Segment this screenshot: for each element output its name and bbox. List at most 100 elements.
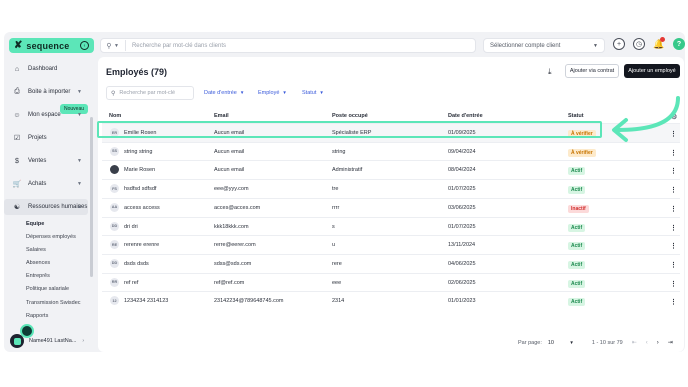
last-page-icon[interactable]: ⇥ xyxy=(668,339,673,346)
first-page-icon[interactable]: ⇤ xyxy=(632,339,637,346)
subitem-absences[interactable]: Absences xyxy=(26,260,50,266)
bell-icon[interactable]: 🔔 xyxy=(653,37,665,50)
help-icon[interactable]: ? xyxy=(673,38,685,50)
sidebar-item-achats[interactable]: 🛒 Achats ▼ xyxy=(4,176,88,192)
search-icon: ⚲ xyxy=(111,90,116,97)
cell-name[interactable]: string string xyxy=(124,149,152,155)
more-options-icon[interactable]: ⋮ xyxy=(670,167,677,175)
search-input[interactable]: Recherche par mot-clé dans clients xyxy=(132,43,226,49)
add-via-contract-button[interactable]: Ajouter via contrat xyxy=(565,64,619,78)
status-badge: Actif xyxy=(568,298,586,307)
app-window: ✘ sequence ‹ ⚲ ▼ Recherche par mot-clé d… xyxy=(4,32,685,352)
table-search[interactable]: ⚲ Recherche par mot-clé xyxy=(106,86,194,100)
brand-logo[interactable]: ✘ sequence ‹ xyxy=(9,38,94,53)
chevron-down-icon: ▼ xyxy=(282,90,287,95)
filter-label: Employé xyxy=(258,90,280,96)
more-options-icon[interactable]: ⋮ xyxy=(670,298,677,306)
table-row[interactable]: Marie Rosen Aucun email Administratif 08/04… xyxy=(102,160,680,179)
download-icon[interactable]: ⤓ xyxy=(548,67,552,77)
more-options-icon[interactable]: ⋮ xyxy=(670,186,677,194)
cell-name[interactable]: access access xyxy=(124,205,160,211)
column-header-date[interactable]: Date d'entrée xyxy=(448,113,483,119)
user-menu[interactable]: Name491 LastNa... › xyxy=(10,334,84,348)
cell-poste: 2314 xyxy=(332,298,345,305)
check-icon: ☑ xyxy=(13,135,21,142)
clock-icon[interactable]: ◷ xyxy=(633,38,645,50)
cell-email: kkk18kkk.com xyxy=(214,223,249,230)
table-search-input[interactable]: Recherche par mot-clé xyxy=(119,90,175,96)
table-row[interactable]: SS string string Aucun email string 09/04/20… xyxy=(102,141,680,161)
subitem-entreprises[interactable]: Entreprês xyxy=(26,273,50,279)
subitem-salaires[interactable]: Salaires xyxy=(26,247,46,253)
status-badge: Actif xyxy=(568,223,586,232)
column-header-nom[interactable]: Nom xyxy=(109,113,121,119)
table-row[interactable]: 12 1234234 2314123 23142234@789648745.com 2… xyxy=(102,291,680,310)
status-badge: Actif xyxy=(568,279,586,288)
main-panel: Employés (79) ⤓ Ajouter via contrat Ajou… xyxy=(98,57,684,352)
cell-date: 04/06/2025 xyxy=(448,260,476,267)
add-icon[interactable]: + xyxy=(613,38,625,50)
global-search[interactable]: ⚲ ▼ Recherche par mot-clé dans clients xyxy=(100,38,476,53)
cell-name[interactable]: dsds dsds xyxy=(124,261,149,267)
cell-name[interactable]: ref ref xyxy=(124,280,138,286)
status-badge: Inactif xyxy=(568,204,589,213)
subitem-rapports[interactable]: Rapports xyxy=(26,313,48,319)
cell-name[interactable]: dri dri xyxy=(124,224,138,230)
cell-name[interactable]: Marie Rosen xyxy=(124,167,155,173)
chevron-down-icon: ▼ xyxy=(593,42,598,49)
sidebar-item-ressources-humaines[interactable]: ☯ Ressources humaines ▲ xyxy=(4,199,88,215)
avatar: RE xyxy=(110,240,119,250)
status-badge: Actif xyxy=(568,260,586,269)
cart-icon: 🛒 xyxy=(12,181,22,188)
chevron-down-icon: ▼ xyxy=(319,90,324,95)
table-row[interactable]: RR ref ref ref@ref.com eee 02/06/2025 Actif ⋮ xyxy=(102,272,680,292)
cell-name[interactable]: 1234234 2314123 xyxy=(124,298,168,304)
sidebar-item-mon-espace[interactable]: ☺ Mon espace ▼ xyxy=(4,107,88,123)
column-header-statut[interactable]: Statut xyxy=(568,113,584,119)
add-employee-button[interactable]: Ajouter un employé xyxy=(624,64,680,78)
column-header-email[interactable]: Email xyxy=(214,113,229,119)
table-row[interactable]: DD dri dri kkk18kkk.com s 01/07/2025 Actif ⋮ xyxy=(102,216,680,236)
sidebar-item-label: Boite à importer xyxy=(28,89,71,95)
cell-name[interactable]: rerenre erenre xyxy=(124,242,159,248)
filter-date-entree[interactable]: Date d'entrée ▼ xyxy=(204,90,244,96)
sidebar-scrollbar[interactable] xyxy=(90,117,93,277)
more-options-icon[interactable]: ⋮ xyxy=(670,242,677,250)
sidebar-item-ventes[interactable]: $ Ventes ▼ xyxy=(4,153,88,169)
table-row[interactable]: DD dsds dsds sdss@sds.com rere 04/06/2025 Act… xyxy=(102,253,680,273)
more-options-icon[interactable]: ⋮ xyxy=(670,280,677,288)
avatar: SS xyxy=(110,146,119,156)
filter-statut[interactable]: Statut ▼ xyxy=(302,90,324,96)
client-select[interactable]: Sélectionner compte client ▼ xyxy=(483,38,605,53)
more-options-icon[interactable]: ⋮ xyxy=(670,261,677,269)
next-page-icon[interactable]: › xyxy=(657,340,659,346)
more-options-icon[interactable]: ⋮ xyxy=(670,205,677,213)
per-page-select[interactable]: 10 ▼ xyxy=(548,338,574,347)
sidebar-item-label: Dashboard xyxy=(28,66,58,72)
logo-mark-icon: ✘ xyxy=(14,40,23,51)
subitem-politique[interactable]: Politique salariale xyxy=(26,286,69,292)
table-row[interactable]: FS hsdfsd sdfsdf eee@yyy.com tre 01/07/2025 A… xyxy=(102,179,680,198)
chevron-down-icon: ▼ xyxy=(77,112,82,118)
subitem-equipe[interactable]: Equipe xyxy=(26,221,44,227)
sidebar-item-dashboard[interactable]: ⌂ Dashboard xyxy=(4,61,88,77)
prev-page-icon[interactable]: ‹ xyxy=(646,340,648,346)
table-row[interactable]: AA access access acces@acces.com rrrr 03/06/… xyxy=(102,197,680,217)
more-options-icon[interactable]: ⋮ xyxy=(670,224,677,232)
sidebar-item-projets[interactable]: ☑ Projets xyxy=(4,130,88,146)
cell-date: 08/04/2024 xyxy=(448,167,476,174)
table-row[interactable]: RE rerenre erenre rerre@eerer.com u 13/11/20… xyxy=(102,235,680,254)
page-range: 1 - 10 sur 79 xyxy=(591,339,623,346)
collapse-icon[interactable]: ‹ xyxy=(80,41,89,50)
column-header-poste[interactable]: Poste occupé xyxy=(332,113,368,119)
cell-email: eee@yyy.com xyxy=(214,186,249,193)
cell-name[interactable]: hsdfsd sdfsdf xyxy=(124,186,156,192)
filter-employe[interactable]: Employé ▼ xyxy=(258,90,287,96)
chevron-down-icon: ▼ xyxy=(569,340,574,345)
subitem-depenses[interactable]: Dépenses employés xyxy=(26,234,76,240)
sidebar-item-import[interactable]: ⎙ Boite à importer ▼ xyxy=(4,84,88,100)
chevron-down-icon[interactable]: ▼ xyxy=(114,43,119,49)
chevron-down-icon: ▼ xyxy=(239,90,245,95)
import-icon: ⎙ xyxy=(14,88,20,95)
subitem-swisdec[interactable]: Transmission Swisdec xyxy=(26,300,81,306)
